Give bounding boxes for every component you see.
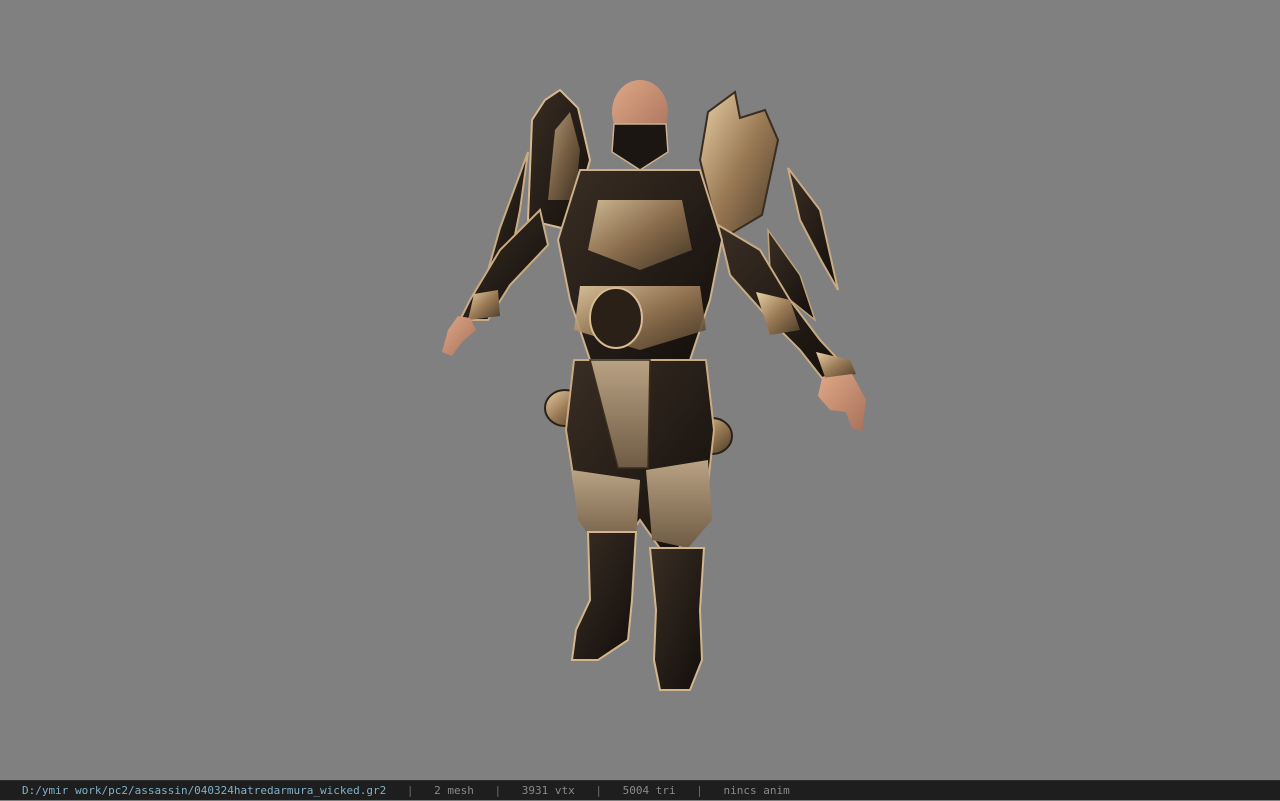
separator: | <box>595 784 602 797</box>
separator: | <box>406 784 414 797</box>
file-path: D:/ymir work/pc2/assassin/040324hatredar… <box>22 784 387 797</box>
boots <box>570 531 706 691</box>
separator: | <box>696 784 703 797</box>
legs <box>564 359 716 562</box>
left-arm <box>442 208 550 356</box>
character-model <box>442 80 866 691</box>
vertex-count: 3931 vtx <box>521 784 575 797</box>
animation-status: nincs anim <box>723 784 790 797</box>
head <box>611 80 669 171</box>
status-bar: D:/ymir work/pc2/assassin/040324hatredar… <box>0 780 1280 800</box>
mesh-count: 2 mesh <box>434 784 474 797</box>
torso <box>556 169 724 361</box>
triangle-count: 5004 tri <box>622 784 676 797</box>
right-arm <box>716 222 866 432</box>
separator: | <box>494 784 502 797</box>
model-viewport[interactable] <box>0 0 1280 780</box>
